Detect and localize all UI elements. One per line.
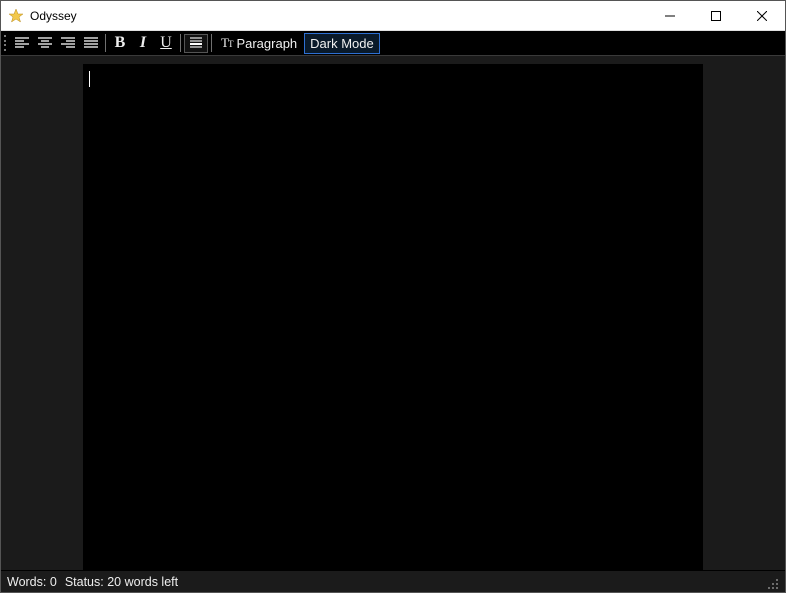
- italic-icon: I: [140, 34, 146, 52]
- text-editor[interactable]: [83, 64, 703, 570]
- resize-grip[interactable]: [765, 576, 779, 590]
- status-text: Status: 20 words left: [65, 575, 178, 589]
- app-window: Odyssey: [0, 0, 786, 593]
- editor-viewport: [1, 56, 785, 570]
- toolbar-separator: [211, 34, 212, 52]
- bold-icon: B: [115, 34, 126, 52]
- text-caret: [89, 71, 90, 87]
- statusbar: Words: 0 Status: 20 words left: [1, 570, 785, 592]
- maximize-button[interactable]: [693, 1, 739, 31]
- paragraph-label: Paragraph: [236, 36, 297, 51]
- bold-button[interactable]: B: [109, 33, 131, 54]
- italic-button[interactable]: I: [132, 33, 154, 54]
- dark-mode-label: Dark Mode: [310, 36, 374, 51]
- toolbar-separator: [105, 34, 106, 52]
- align-left-button[interactable]: [11, 33, 33, 54]
- word-count: Words: 0: [7, 575, 57, 589]
- align-center-button[interactable]: [34, 33, 56, 54]
- font-size-icon: TT: [221, 35, 232, 51]
- align-justify-button[interactable]: [80, 33, 102, 54]
- minimize-button[interactable]: [647, 1, 693, 31]
- close-button[interactable]: [739, 1, 785, 31]
- align-right-button[interactable]: [57, 33, 79, 54]
- underline-button[interactable]: U: [155, 33, 177, 54]
- toolbar-grip[interactable]: [3, 33, 9, 53]
- toolbar-separator: [180, 34, 181, 52]
- titlebar: Odyssey: [1, 1, 785, 31]
- typewriter-mode-button[interactable]: [184, 34, 208, 53]
- window-title: Odyssey: [30, 9, 77, 23]
- app-icon: [8, 8, 24, 24]
- dark-mode-button[interactable]: Dark Mode: [304, 33, 380, 54]
- paragraph-style-button[interactable]: TT Paragraph: [215, 33, 303, 54]
- toolbar: B I U TT Paragraph Dark Mode: [1, 31, 785, 56]
- underline-icon: U: [160, 34, 172, 52]
